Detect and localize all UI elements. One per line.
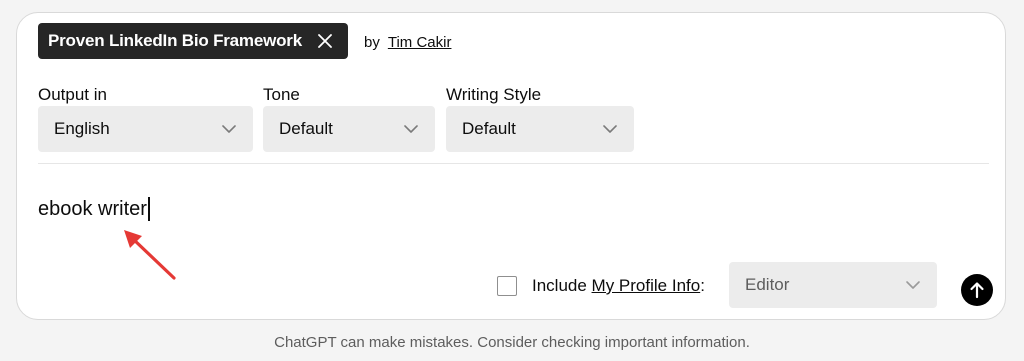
- profile-select[interactable]: Editor: [729, 262, 937, 308]
- prompt-text: ebook writer: [38, 197, 147, 220]
- include-prefix: Include: [532, 276, 592, 295]
- send-button[interactable]: [961, 274, 993, 306]
- chevron-down-icon: [602, 124, 618, 134]
- chevron-down-icon: [905, 280, 921, 290]
- prompt-template-name: Proven LinkedIn Bio Framework: [48, 31, 302, 50]
- include-profile-label: Include My Profile Info :: [532, 276, 705, 296]
- output-language-label: Output in: [38, 85, 107, 104]
- writing-style-label: Writing Style: [446, 85, 542, 104]
- by-label: by: [364, 34, 380, 51]
- tone-value: Default: [279, 119, 333, 138]
- arrow-up-icon: [969, 281, 985, 299]
- output-language-value: English: [54, 119, 110, 138]
- divider: [38, 163, 989, 164]
- include-profile-checkbox[interactable]: [497, 276, 517, 296]
- byline: by Tim Cakir: [364, 34, 451, 51]
- writing-style-select[interactable]: Default: [446, 106, 634, 152]
- tone-select[interactable]: Default: [263, 106, 435, 152]
- annotation-arrow-icon: [124, 230, 176, 280]
- chevron-down-icon: [221, 124, 237, 134]
- my-profile-info-link[interactable]: My Profile Info: [592, 276, 701, 296]
- author-link[interactable]: Tim Cakir: [388, 34, 452, 51]
- include-suffix: :: [700, 276, 705, 295]
- prompt-template-chip: Proven LinkedIn Bio Framework: [38, 23, 348, 59]
- text-caret: [147, 197, 150, 221]
- writing-style-value: Default: [462, 119, 516, 138]
- tone-label: Tone: [263, 85, 300, 104]
- disclaimer-text: ChatGPT can make mistakes. Consider chec…: [274, 334, 750, 351]
- close-icon[interactable]: [316, 32, 334, 50]
- profile-select-value: Editor: [745, 275, 790, 294]
- output-language-select[interactable]: English: [38, 106, 253, 152]
- prompt-card: Proven LinkedIn Bio Framework by Tim Cak…: [16, 12, 1006, 320]
- chevron-down-icon: [403, 124, 419, 134]
- prompt-input[interactable]: ebook writer: [38, 197, 150, 221]
